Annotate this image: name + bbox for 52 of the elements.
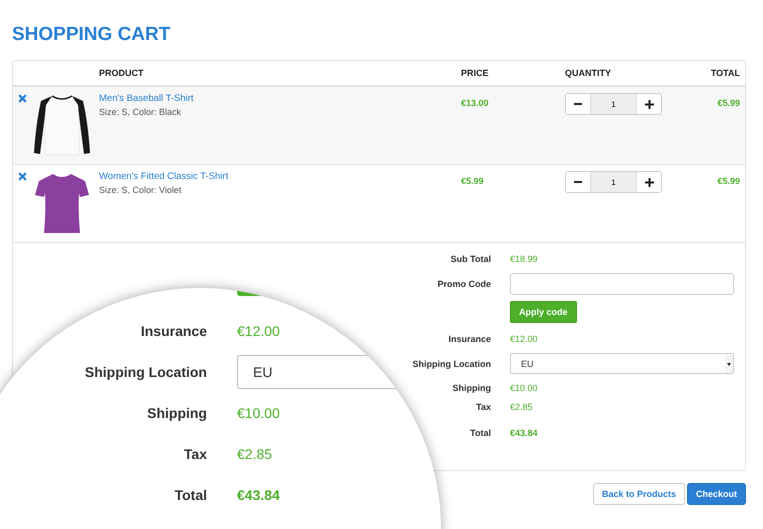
summary-label: Shipping Location xyxy=(412,358,491,368)
magnified-label: Tax xyxy=(182,446,207,462)
magnified-label: Total xyxy=(174,486,207,502)
page-title: SHOPPING CART xyxy=(12,24,172,46)
magnified-value: €43.84 xyxy=(237,486,281,502)
product-link[interactable]: Women's Fitted Classic T-Shirt xyxy=(99,171,461,182)
column-header: TOTAL xyxy=(710,68,740,78)
quantity-field[interactable]: 1 xyxy=(590,94,637,114)
promo-code-field[interactable] xyxy=(510,273,734,295)
column-header: PRODUCT xyxy=(99,68,144,78)
summary-value: €2.85 xyxy=(510,401,534,413)
magnified-label: Shipping Location xyxy=(84,364,207,380)
summary-value: €18.99 xyxy=(510,253,539,265)
remove-icon[interactable] xyxy=(18,172,27,181)
summary-value: €10.00 xyxy=(510,382,539,394)
magnified-value: €2.85 xyxy=(237,446,274,462)
magnified-value: €10.00 xyxy=(237,404,281,420)
shirt-drawing xyxy=(33,171,91,235)
magnified-label: Shipping xyxy=(146,404,207,420)
shirt-drawing xyxy=(33,93,91,157)
product-link[interactable]: Men's Baseball T-Shirt xyxy=(99,93,461,104)
back-to-products-button[interactable]: Back to Products xyxy=(592,483,685,505)
product-details: Size: S, Color: Black xyxy=(99,107,182,117)
plus-icon xyxy=(644,100,654,108)
summary-value: €12.00 xyxy=(510,333,539,345)
minus-icon xyxy=(574,100,582,108)
magnified-value: €12.00 xyxy=(237,322,281,338)
remove-icon[interactable] xyxy=(18,94,27,103)
product-details: Size: S, Color: Violet xyxy=(99,185,182,195)
shipping-location-select[interactable]: EU xyxy=(510,353,734,374)
caret-icon xyxy=(725,354,733,372)
plus-icon xyxy=(644,178,654,186)
increase-button[interactable] xyxy=(637,94,661,114)
price-text: €13.00 xyxy=(461,98,489,108)
column-header: PRICE xyxy=(461,68,490,78)
decrease-button[interactable] xyxy=(566,94,590,114)
summary-label: Total xyxy=(469,428,491,438)
line-total-text: €5.99 xyxy=(717,98,740,108)
summary-label: Tax xyxy=(475,402,491,412)
summary-value: €43.84 xyxy=(510,427,539,439)
summary-label: Sub Total xyxy=(450,254,491,264)
line-total-text: €5.99 xyxy=(717,176,740,186)
apply-code-button[interactable]: Apply code xyxy=(510,301,577,323)
checkout-button[interactable]: Checkout xyxy=(686,483,746,505)
magnified-label: Insurance xyxy=(140,322,207,338)
column-header: QUANTITY xyxy=(565,68,612,78)
minus-icon xyxy=(574,178,582,186)
price-text: €5.99 xyxy=(461,176,484,186)
summary-label: Shipping xyxy=(452,383,491,393)
quantity-field[interactable]: 1 xyxy=(590,172,637,192)
summary-label: Promo Code xyxy=(436,279,491,289)
summary-label: Insurance xyxy=(447,334,491,344)
